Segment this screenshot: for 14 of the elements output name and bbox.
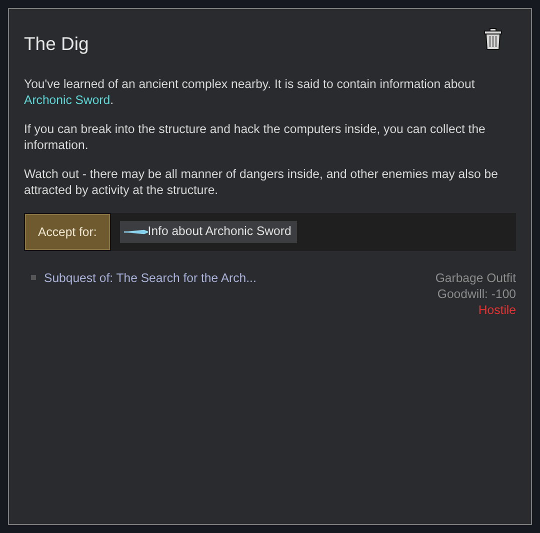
standing-text: Hostile	[478, 303, 516, 320]
parent-quest-link[interactable]: Subquest of: The Search for the Arch...	[44, 271, 256, 288]
reward-item[interactable]: Info about Archonic Sword	[120, 221, 298, 244]
trash-icon[interactable]	[484, 28, 502, 50]
quest-description: You've learned of an ancient complex nearby. It is said to contain information about Archonic Sword.	[24, 77, 476, 110]
quest-description: Watch out - there may be all manner of dangers inside, and other enemies may also be attracted by activity at the structure.	[24, 167, 499, 200]
sword-icon	[124, 228, 148, 236]
faction-name: Garbage Outfit	[435, 271, 516, 288]
quest-title: The Dig	[24, 33, 89, 56]
goodwill-text: Goodwill: -100	[437, 287, 516, 304]
bullet-icon	[31, 275, 36, 280]
quest-description: If you can break into the structure and hack the computers inside, you can collect the information.	[24, 122, 486, 154]
item-link[interactable]: Archonic Sword	[24, 93, 110, 108]
accept-button[interactable]: Accept for:	[24, 213, 111, 252]
